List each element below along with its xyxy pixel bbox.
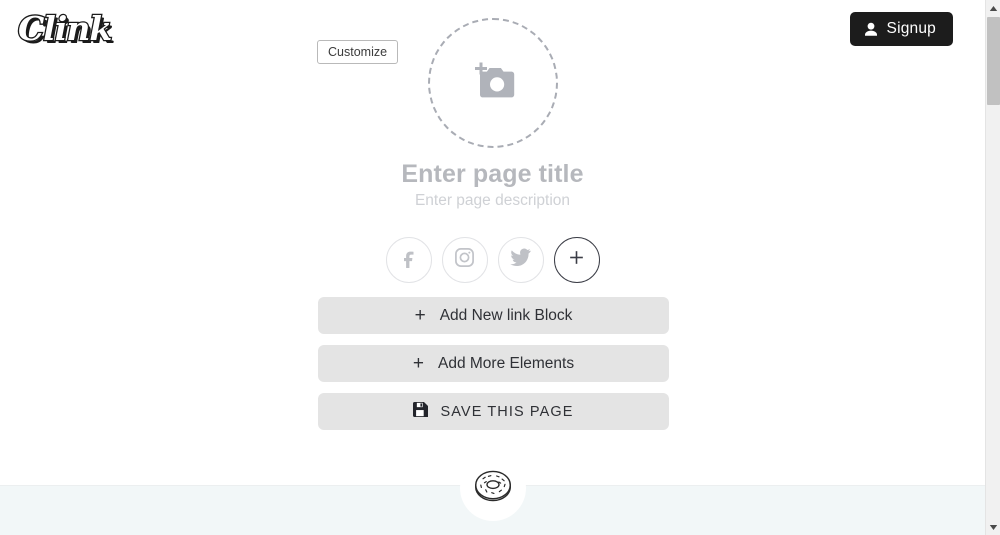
customize-label: Customize <box>328 45 388 59</box>
add-more-elements-label: Add More Elements <box>437 354 575 372</box>
add-a-photo-icon <box>470 60 516 107</box>
save-this-page-label: SAVE THIS PAGE <box>440 403 574 420</box>
social-link-twitter[interactable] <box>497 237 544 283</box>
add-new-link-block-button[interactable]: + Add New link Block <box>318 297 669 334</box>
person-icon <box>864 22 878 37</box>
add-more-elements-button[interactable]: + Add More Elements <box>318 345 669 382</box>
customize-button[interactable]: Customize <box>317 40 399 64</box>
social-link-instagram[interactable] <box>441 237 488 283</box>
clink-logo[interactable]: Clink <box>17 8 114 49</box>
plus-icon: + <box>412 353 424 374</box>
scrollbar-down-arrow[interactable] <box>986 519 1000 535</box>
plus-icon: + <box>414 305 426 326</box>
vertical-scrollbar[interactable] <box>985 0 1000 535</box>
avatar-upload-dropzone[interactable] <box>428 18 558 148</box>
social-link-facebook[interactable] <box>385 237 432 283</box>
instagram-icon <box>454 247 475 273</box>
caret-up-icon <box>989 0 998 17</box>
save-floppy-icon <box>413 402 429 421</box>
social-links-row <box>0 237 985 283</box>
facebook-icon <box>399 248 419 273</box>
page-actions: + Add New link Block + Add More Elements… <box>318 297 669 441</box>
add-social-link-button[interactable] <box>553 237 600 283</box>
page-canvas: Clink Signup Customize Enter page title … <box>0 0 985 535</box>
save-this-page-button[interactable]: SAVE THIS PAGE <box>318 393 669 430</box>
signup-button[interactable]: Signup <box>849 12 953 46</box>
browser-viewport: Clink Signup Customize Enter page title … <box>0 0 1000 535</box>
plus-icon <box>568 249 585 271</box>
scrollbar-thumb[interactable] <box>987 17 1000 105</box>
twitter-icon <box>510 248 531 272</box>
add-new-link-block-label: Add New link Block <box>439 306 573 324</box>
scrollbar-up-arrow[interactable] <box>986 0 1000 16</box>
signup-label: Signup <box>886 20 936 37</box>
donut-icon <box>471 466 515 511</box>
caret-down-icon <box>989 518 998 535</box>
donut-badge[interactable] <box>460 455 526 521</box>
page-description[interactable]: Enter page description <box>0 192 985 210</box>
page-title[interactable]: Enter page title <box>0 160 985 189</box>
